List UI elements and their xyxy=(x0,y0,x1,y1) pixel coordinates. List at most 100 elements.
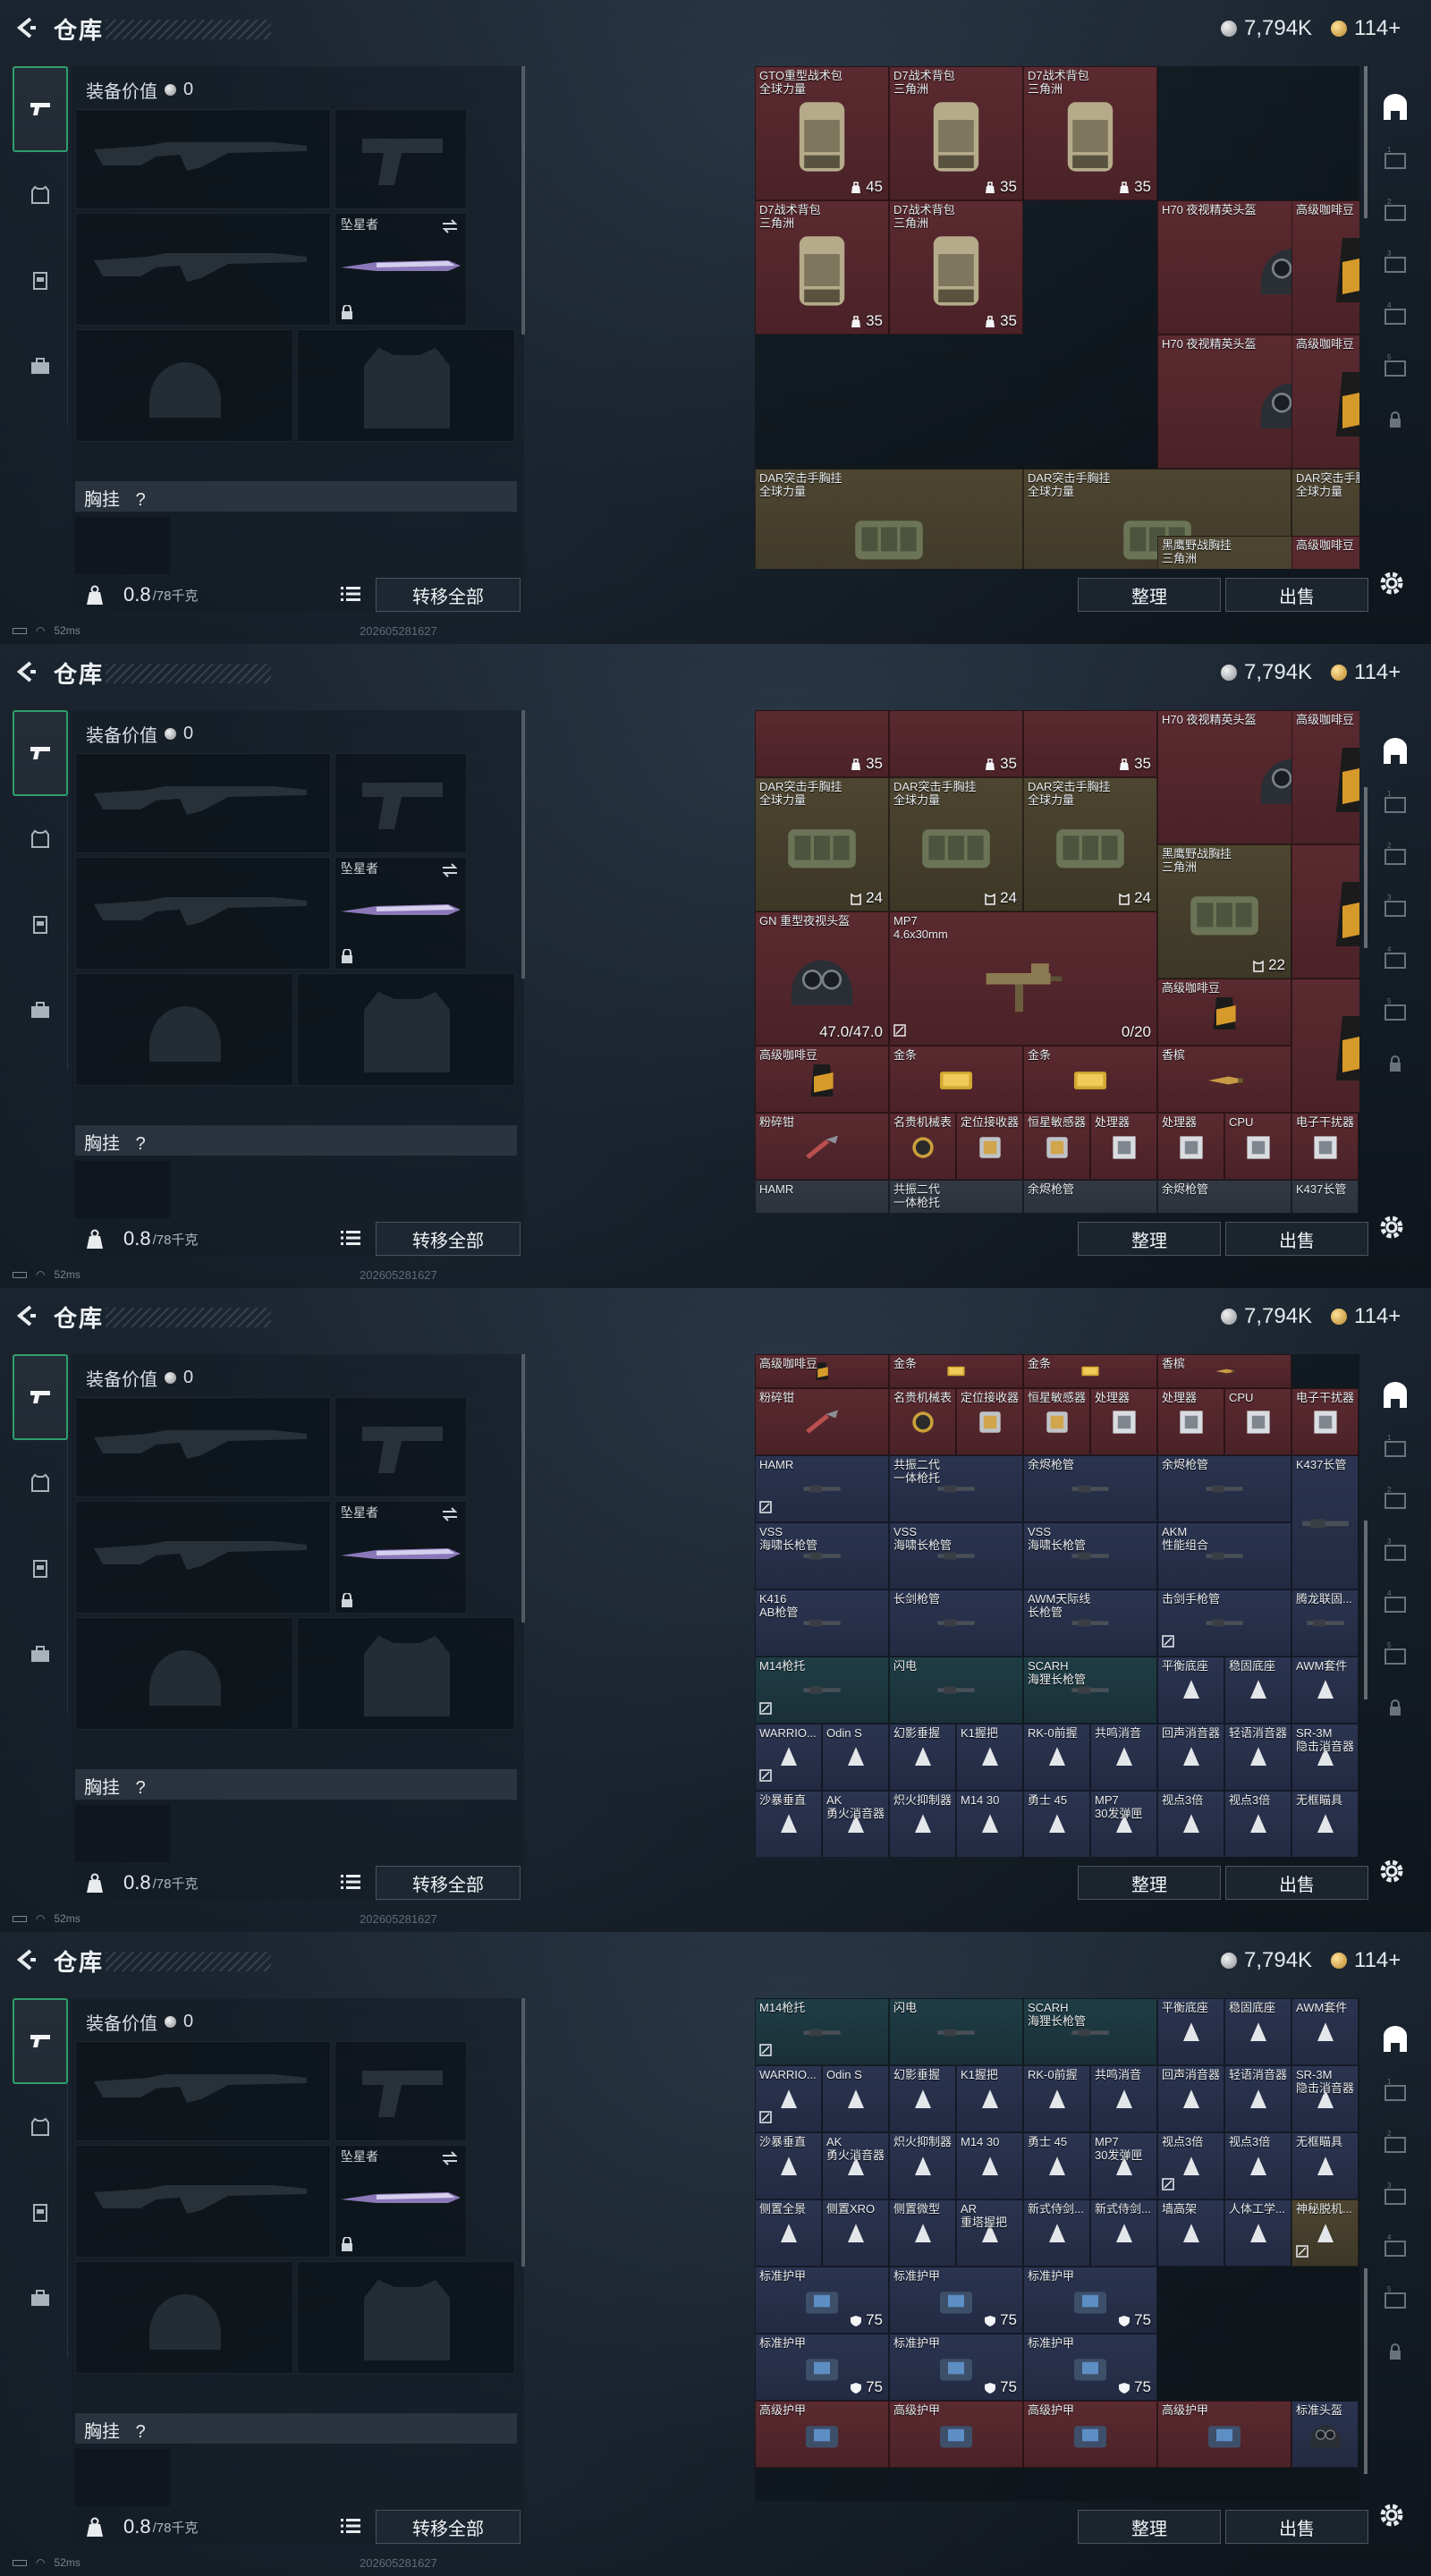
tab-locked[interactable] xyxy=(1370,394,1420,445)
tab-storage-1[interactable]: 1 xyxy=(1370,134,1420,186)
inventory-item[interactable]: 沙暴垂直 xyxy=(755,2132,822,2199)
tab-storage-5[interactable]: 5 xyxy=(1370,1630,1420,1682)
inventory-item[interactable]: 黑鹰野战胸挂 三角洲 22 xyxy=(1157,844,1291,979)
inventory-item[interactable]: VSS 海啸长枪管 xyxy=(755,1521,889,1589)
inventory-item[interactable]: 勇士 45 xyxy=(1023,1790,1090,1857)
sidearm-slot[interactable] xyxy=(334,1397,467,1497)
inventory-item[interactable]: M14 30 xyxy=(956,2132,1023,2199)
melee-slot[interactable]: 坠星者 xyxy=(334,857,467,970)
helmet-slot[interactable] xyxy=(75,329,293,442)
help-icon[interactable]: ? xyxy=(136,1778,146,1798)
inventory-item[interactable]: K1握把 xyxy=(956,2065,1023,2132)
inventory-item[interactable]: K416 AB枪管 xyxy=(755,1589,889,1657)
tab-locked[interactable] xyxy=(1370,1038,1420,1089)
melee-slot[interactable]: 坠星者 xyxy=(334,2145,467,2258)
inventory-item[interactable]: 35 xyxy=(889,710,1023,777)
back-button[interactable] xyxy=(13,1302,39,1329)
inventory-item[interactable]: 定位接收器 xyxy=(956,1387,1023,1455)
inventory-item[interactable]: 高级护甲 xyxy=(755,2401,889,2468)
tab-storage-5[interactable]: 5 xyxy=(1370,342,1420,394)
tab-storage-2[interactable]: 2 xyxy=(1370,1474,1420,1526)
inventory-item[interactable] xyxy=(1291,844,1359,979)
inventory-item[interactable]: 回声消音器 xyxy=(1157,1723,1224,1791)
inventory-item[interactable]: 稳固底座 xyxy=(1224,1656,1291,1724)
inventory-item[interactable]: GN 重型夜视头盔 47.0/47.0 xyxy=(755,911,889,1046)
nav-armor[interactable] xyxy=(13,796,68,882)
inventory-item[interactable]: 35 xyxy=(755,710,889,777)
inventory-item[interactable]: 金条 xyxy=(1023,1046,1157,1113)
inventory-item[interactable]: K1握把 xyxy=(956,1723,1023,1791)
list-view-button[interactable] xyxy=(338,2513,363,2538)
inventory-item[interactable]: 粉碎钳 xyxy=(755,1387,889,1455)
inventory-item[interactable]: 共振二代 一体枪托 xyxy=(889,1180,1023,1213)
inventory-item[interactable]: 侧置全景 xyxy=(755,2199,822,2267)
inventory-item[interactable]: 幻影垂握 xyxy=(889,1723,956,1791)
inventory-item[interactable]: AWM天际线 长枪管 xyxy=(1023,1589,1157,1657)
tab-storage-4[interactable]: 4 xyxy=(1370,2222,1420,2274)
tab-storage-4[interactable]: 4 xyxy=(1370,290,1420,342)
nav-case[interactable] xyxy=(13,1612,68,1698)
inventory-item[interactable]: DAR突击手胸挂 全球力量 xyxy=(755,469,1023,569)
primary-weapon-slot[interactable] xyxy=(75,2041,331,2141)
inventory-item[interactable]: 稳固底座 xyxy=(1224,1998,1291,2065)
tab-all-storage[interactable] xyxy=(1370,726,1420,778)
inventory-item[interactable]: 处理器 xyxy=(1157,1387,1224,1455)
inventory-item[interactable]: HAMR xyxy=(755,1454,889,1522)
tab-storage-4[interactable]: 4 xyxy=(1370,934,1420,986)
inventory-item[interactable]: 轻语消音器 xyxy=(1224,1723,1291,1791)
tab-storage-3[interactable]: 3 xyxy=(1370,2170,1420,2222)
gold-balance[interactable]: 114+ xyxy=(1331,16,1401,41)
inventory-item[interactable]: 视点3倍 xyxy=(1157,2132,1224,2199)
inventory-item[interactable]: 高级咖啡豆 xyxy=(1291,335,1359,469)
sort-button[interactable]: 整理 xyxy=(1078,578,1221,612)
silver-balance[interactable]: 7,794K xyxy=(1221,1304,1312,1329)
inventory-item[interactable]: 高级咖啡豆 xyxy=(1291,710,1359,844)
inventory-item[interactable]: 处理器 xyxy=(1157,1113,1224,1180)
inventory-item[interactable]: K437长管 xyxy=(1291,1454,1359,1589)
sell-button[interactable]: 出售 xyxy=(1225,1866,1368,1900)
armor-slot[interactable] xyxy=(297,973,515,1086)
inventory-item[interactable]: 高级护甲 xyxy=(1023,2401,1157,2468)
inventory-item[interactable]: MP7 30发弹匣 xyxy=(1090,2132,1157,2199)
tab-all-storage[interactable] xyxy=(1370,2014,1420,2066)
swap-icon[interactable] xyxy=(441,863,459,877)
nav-chest-rig[interactable] xyxy=(13,882,68,968)
inventory-item[interactable]: 处理器 xyxy=(1090,1387,1157,1455)
chest-rig-slot[interactable] xyxy=(75,1805,170,1862)
tab-storage-2[interactable]: 2 xyxy=(1370,830,1420,882)
swap-icon[interactable] xyxy=(441,2151,459,2165)
helmet-slot[interactable] xyxy=(75,973,293,1086)
inventory-item[interactable]: 人体工学... xyxy=(1224,2199,1291,2267)
inventory-item[interactable]: 高级咖啡豆 xyxy=(1291,536,1359,569)
inventory-item[interactable]: 标准头盔 xyxy=(1291,2401,1359,2468)
inventory-item[interactable]: M14枪托 xyxy=(755,1998,889,2065)
inventory-item[interactable]: 标准护甲 75 xyxy=(889,2267,1023,2334)
silver-balance[interactable]: 7,794K xyxy=(1221,16,1312,41)
inventory-item[interactable]: Odin S xyxy=(822,1723,889,1791)
inventory-item[interactable]: 处理器 xyxy=(1090,1113,1157,1180)
sell-button[interactable]: 出售 xyxy=(1225,2510,1368,2544)
inventory-item[interactable]: 高级咖啡豆 xyxy=(1291,200,1359,335)
inventory-item[interactable]: MP7 4.6x30mm 0/20 xyxy=(889,911,1157,1046)
inventory-item[interactable]: 炽火抑制器 xyxy=(889,2132,956,2199)
sell-button[interactable]: 出售 xyxy=(1225,578,1368,612)
primary-weapon-slot[interactable] xyxy=(75,753,331,853)
inventory-item[interactable]: 标准护甲 75 xyxy=(889,2334,1023,2401)
inventory-item[interactable]: 共振二代 一体枪托 xyxy=(889,1454,1023,1522)
inventory-item[interactable]: 高级咖啡豆 xyxy=(755,1046,889,1113)
equipment-scrollbar[interactable] xyxy=(521,66,525,335)
inventory-item[interactable]: 标准护甲 75 xyxy=(755,2267,889,2334)
tab-locked[interactable] xyxy=(1370,1682,1420,1733)
inventory-item[interactable]: AK 勇火消音器 xyxy=(822,2132,889,2199)
gold-balance[interactable]: 114+ xyxy=(1331,1304,1401,1329)
nav-chest-rig[interactable] xyxy=(13,1526,68,1612)
tab-storage-5[interactable]: 5 xyxy=(1370,2274,1420,2326)
inventory-item[interactable]: 高级护甲 xyxy=(889,2401,1023,2468)
inventory-item[interactable]: 标准护甲 75 xyxy=(1023,2267,1157,2334)
tab-storage-2[interactable]: 2 xyxy=(1370,186,1420,238)
inventory-item[interactable]: D7战术背包 三角洲 35 xyxy=(755,200,889,335)
nav-weapons[interactable] xyxy=(13,1998,68,2084)
inventory-item[interactable]: 标准护甲 75 xyxy=(755,2334,889,2401)
inventory-item[interactable]: 电子干扰器 xyxy=(1291,1387,1359,1455)
sidearm-slot[interactable] xyxy=(334,753,467,853)
